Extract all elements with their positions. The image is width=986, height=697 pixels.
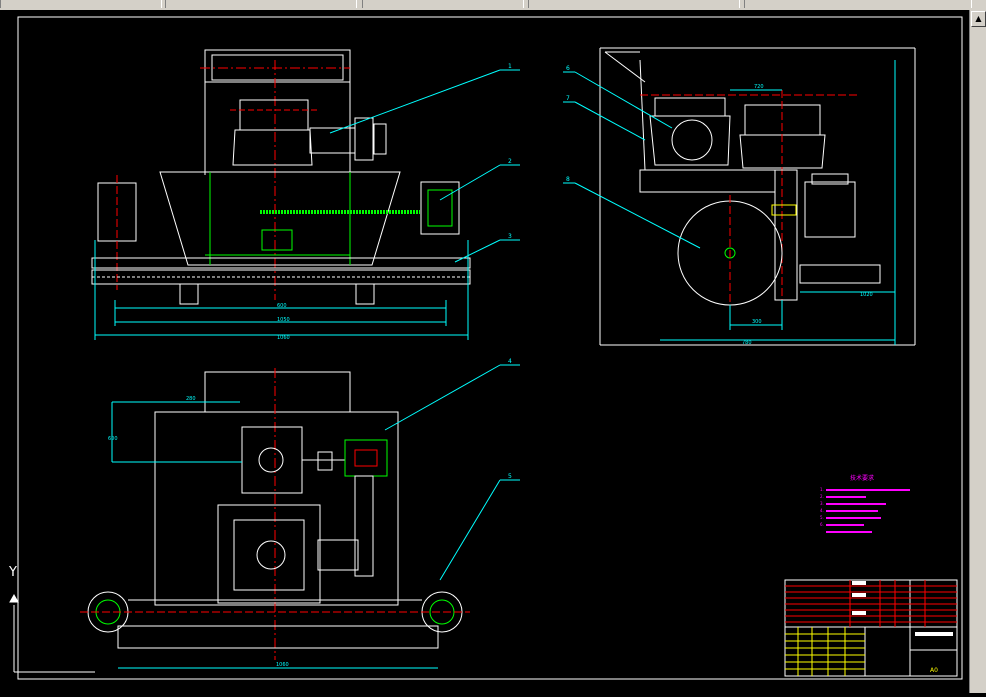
scroll-up-icon[interactable]: ▲ (971, 11, 986, 27)
plan-view (80, 368, 470, 669)
ucs-icon (9, 593, 95, 673)
balloon-8: 8 (566, 176, 570, 183)
toolbar-segment[interactable] (528, 0, 740, 8)
balloon-1: 1 (508, 63, 512, 70)
tech-req-line-4: 4. (820, 508, 824, 513)
dim-side-bottom-2: 1020 (860, 292, 873, 298)
balloon-6: 6 (566, 65, 570, 72)
dim-side-overall: 780 (742, 340, 752, 346)
drawing-canvas[interactable]: 600 1050 1060 1 2 3 720 300 1020 780 6 7… (0, 10, 970, 693)
balloon-5: 5 (508, 473, 512, 480)
vertical-scrollbar[interactable]: ▲ (969, 10, 986, 693)
tech-req-line-6: 6. (820, 522, 824, 527)
cad-drawing[interactable]: 600 1050 1060 1 2 3 720 300 1020 780 6 7… (0, 10, 970, 693)
dim-plan-height: 600 (108, 436, 118, 442)
tech-req-line-2: 2. (820, 494, 824, 499)
balloon-3: 3 (508, 233, 512, 240)
toolbar-segment[interactable] (165, 0, 357, 8)
tech-req-lines (826, 489, 910, 533)
title-block (784, 579, 958, 677)
ucs-y-label: Y (8, 565, 17, 580)
toolbar-segment[interactable] (362, 0, 524, 8)
dim-front-bottom-1: 600 (277, 303, 287, 309)
toolbar-segment[interactable] (744, 0, 972, 8)
tech-req-line-3: 3. (820, 501, 824, 506)
side-view (599, 47, 916, 346)
balloon-4: 4 (508, 358, 512, 365)
balloon-7: 7 (566, 95, 570, 102)
dim-plan-left: 280 (186, 396, 196, 402)
front-view (91, 49, 471, 340)
dim-side-bottom-1: 300 (752, 319, 762, 325)
dim-front-overall: 1060 (277, 335, 290, 341)
balloon-2: 2 (508, 158, 512, 165)
tech-req-line-1: 1. (820, 487, 824, 492)
tech-req-line-5: 5. (820, 515, 824, 520)
toolbar-segment[interactable] (0, 0, 162, 8)
dim-side-top: 720 (754, 84, 764, 90)
title-block-scale: A0 (930, 667, 938, 674)
tech-req-title: 技术要求 (850, 474, 874, 482)
dim-plan-bottom: 1060 (276, 662, 289, 668)
dim-front-bottom-2: 1050 (277, 317, 290, 323)
